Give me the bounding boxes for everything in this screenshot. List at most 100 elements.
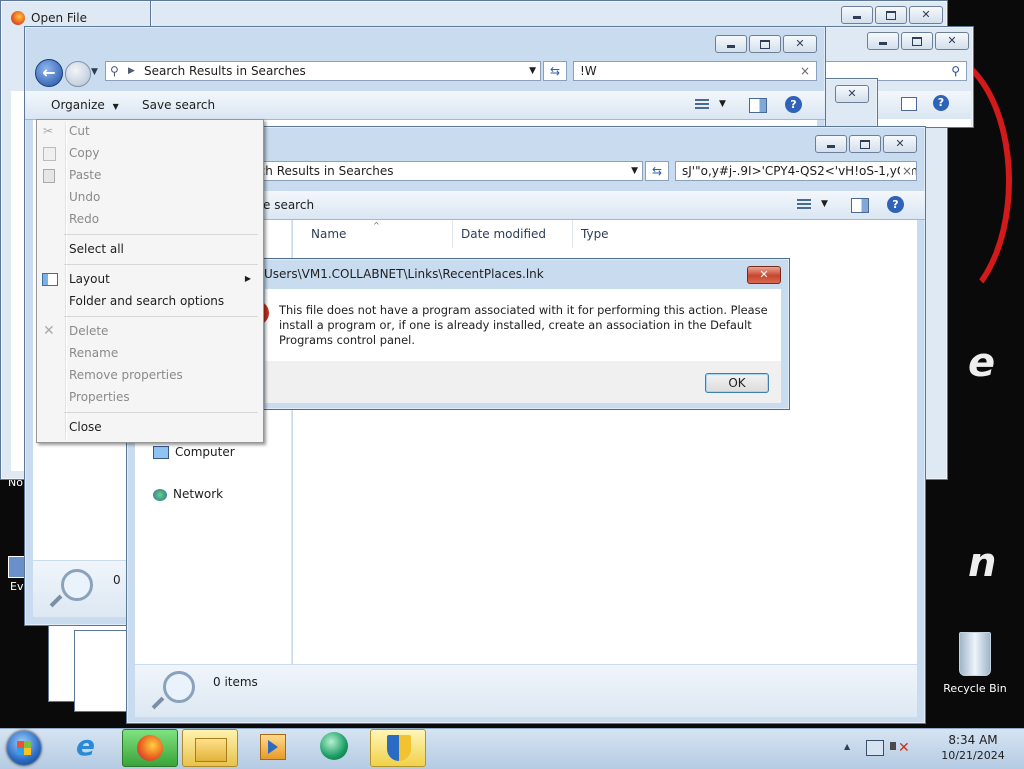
close-button[interactable] [883,135,917,153]
help-icon[interactable]: ? [887,196,904,213]
menu-item-properties[interactable]: Properties [35,386,261,408]
forward-button[interactable] [65,61,91,87]
layout-icon [42,273,58,286]
menu-item-label: Cut [69,124,90,138]
organize-label: Organize [51,98,105,112]
column-header-date-modified[interactable]: Date modified [453,220,573,248]
menu-item-paste[interactable]: Paste [35,164,261,186]
search-magnifier-icon [61,569,93,601]
menu-item-undo[interactable]: Undo [35,186,261,208]
views-dropdown-icon[interactable]: ▼ [821,199,828,209]
open-file-title: Open File [31,11,87,25]
refresh-button[interactable]: ⇆ [543,61,567,81]
recent-pages-dropdown[interactable]: ▼ [91,67,98,77]
network-tray-icon[interactable] [866,740,884,756]
menu-item-label: Redo [69,212,100,226]
background-window-3[interactable] [820,78,878,130]
recycle-bin-icon [959,632,991,676]
views-icon[interactable] [797,199,811,210]
menu-item-folder-options[interactable]: Folder and search options [35,290,261,312]
organize-button[interactable]: Organize ▼ [51,91,119,119]
address-dropdown-icon[interactable]: ▼ [529,62,536,80]
column-header-name[interactable]: Name ^ [293,220,453,248]
show-hidden-icons-button[interactable]: ▲ [844,742,850,751]
save-search-button[interactable]: e search [263,191,314,219]
preview-pane-icon[interactable] [901,97,917,111]
scissors-icon: ✂ [43,124,54,138]
menu-item-rename[interactable]: Rename [35,342,261,364]
close-button[interactable] [835,85,869,103]
dialog-close-button[interactable] [747,266,781,284]
views-dropdown-icon[interactable]: ▼ [719,99,726,109]
search-icon: ⚲ [951,64,960,78]
clock[interactable]: 8:34 AM 10/21/2024 [930,732,1016,764]
menu-item-cut[interactable]: ✂ Cut [35,120,261,142]
ok-button[interactable]: OK [705,373,769,393]
column-label: Type [581,227,609,241]
nav-item-network[interactable]: Network [153,484,223,504]
minimize-button[interactable] [841,6,873,24]
menu-item-label: Layout [69,272,110,286]
menu-item-copy[interactable]: Copy [35,142,261,164]
app-circle-icon [320,732,348,760]
refresh-icon: ⇆ [651,164,663,178]
maximize-button[interactable] [901,32,933,50]
minimize-button[interactable] [815,135,847,153]
start-button[interactable] [4,730,44,766]
taskbar-app-green[interactable] [306,729,362,767]
maximize-button[interactable] [849,135,881,153]
nav-item-label: Network [173,487,224,501]
close-button[interactable] [783,35,817,53]
desktop-wallpaper-letter-e: e [968,340,996,386]
help-icon[interactable]: ? [933,95,949,111]
taskbar-media-player[interactable] [244,729,300,767]
menu-separator [64,316,258,317]
help-icon[interactable]: ? [785,96,802,113]
menu-item-label: Copy [69,146,100,160]
preview-pane-icon[interactable] [749,98,767,113]
maximize-button[interactable] [749,35,781,53]
close-button[interactable] [935,32,969,50]
clear-search-icon[interactable]: × [899,162,912,180]
refresh-button[interactable]: ⇆ [645,161,669,181]
taskbar-firefox[interactable] [122,729,178,767]
taskbar-ie[interactable]: e [62,729,118,767]
clear-search-icon[interactable]: × [800,62,810,80]
chevron-down-icon: ▼ [112,102,119,111]
preview-pane-icon[interactable] [851,198,869,213]
back-button[interactable]: ← [35,59,63,87]
mute-x: ✕ [898,740,910,756]
menu-item-label: Folder and search options [69,294,225,308]
volume-muted-icon[interactable]: ✕ [890,738,910,756]
error-dialog[interactable]: Users\VM1.COLLABNET\Links\RecentPlaces.l… [257,258,790,410]
taskbar-explorer[interactable] [182,729,238,767]
menu-item-delete[interactable]: ✕ Delete [35,320,261,342]
column-header-type[interactable]: Type [573,220,693,248]
save-search-button[interactable]: Save search [142,91,215,119]
menu-item-close[interactable]: Close [35,416,261,438]
recycle-bin-desktop-icon[interactable]: Recycle Bin [942,630,1008,700]
windows-flag-bottom [17,748,31,755]
menu-item-redo[interactable]: Redo [35,208,261,230]
nav-item-computer[interactable]: Computer [153,442,235,462]
taskbar-uac-shield[interactable] [370,729,426,767]
menu-item-select-all[interactable]: Select all [35,238,261,260]
address-bar[interactable]: rch Results in Searches ▼ [247,161,643,181]
copy-icon [43,147,56,161]
minimize-button[interactable] [867,32,899,50]
menu-item-remove-properties[interactable]: Remove properties [35,364,261,386]
close-button[interactable] [909,6,943,24]
menu-item-label: Paste [69,168,102,182]
views-icon[interactable] [695,99,709,110]
magnifier-handle [151,696,165,710]
address-bar[interactable]: ⚲ ▶ Search Results in Searches ▼ [105,61,541,81]
menu-item-layout[interactable]: Layout ▶ [35,268,261,290]
shield-icon [387,735,411,761]
maximize-button[interactable] [875,6,907,24]
minimize-button[interactable] [715,35,747,53]
address-dropdown-icon[interactable]: ▼ [631,162,638,180]
arrow-left-icon: ← [42,63,56,82]
search-box[interactable]: !W × [573,61,817,81]
internet-explorer-icon: e [76,729,95,762]
search-box[interactable]: sJ'"o,y#j-.9I>'CPY4-QS2<'vH!oS-1,yOmJ × [675,161,917,181]
